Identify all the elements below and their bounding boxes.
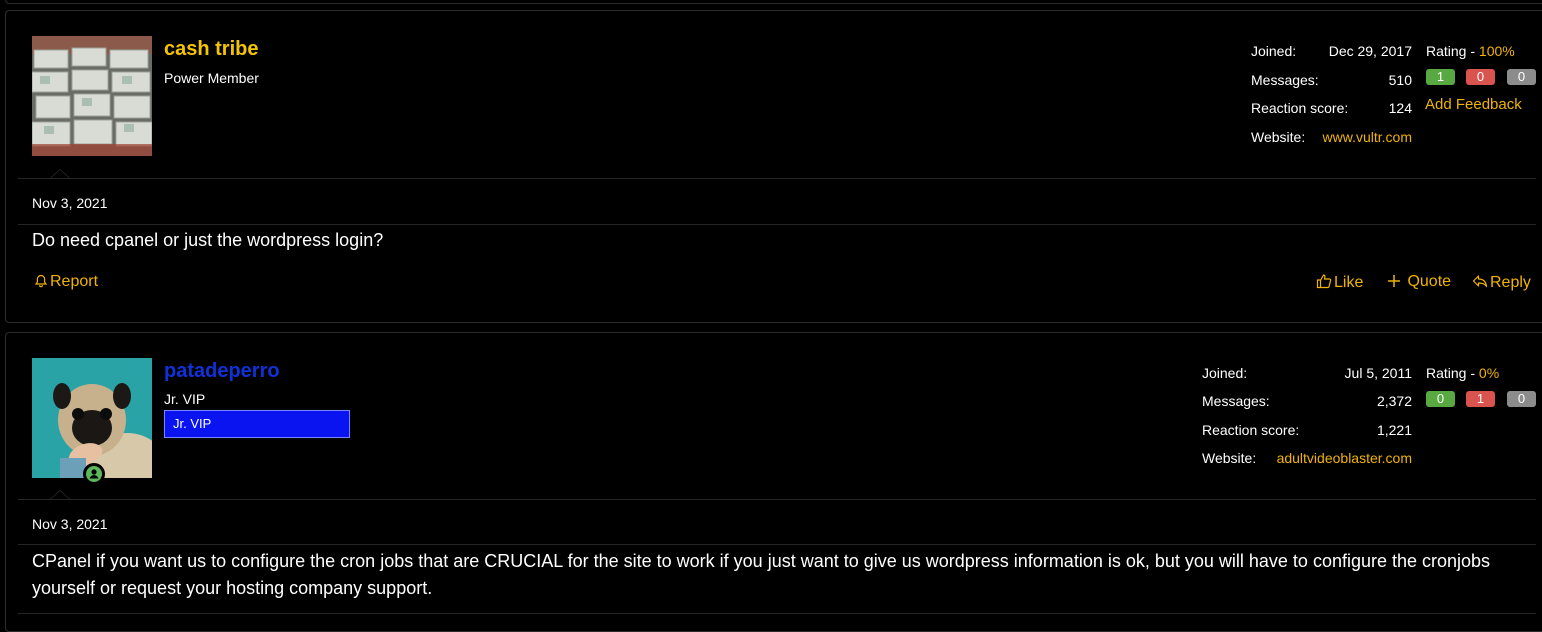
- neutral-count: 0: [1507, 391, 1536, 407]
- divider: [18, 224, 1536, 225]
- website-link[interactable]: adultvideoblaster.com: [1277, 450, 1412, 466]
- like-button[interactable]: Like: [1316, 273, 1363, 292]
- thumbs-up-icon: [1316, 274, 1332, 289]
- plus-icon: [1388, 275, 1400, 287]
- post-cash-tribe: cash tribe Power Member Joined: Dec 29, …: [5, 10, 1542, 323]
- report-label: Report: [50, 273, 99, 290]
- website-label: Website:: [1251, 129, 1306, 145]
- user-banner: Jr. VIP: [164, 410, 350, 438]
- bell-icon: [34, 274, 48, 288]
- reaction-score-value: 1,221: [1376, 422, 1412, 438]
- post-body: Do need cpanel or just the wordpress log…: [32, 230, 384, 250]
- previous-post-edge: [5, 0, 1542, 4]
- divider: [18, 178, 1536, 179]
- rating-value: 0%: [1478, 365, 1500, 381]
- messages-label: Messages:: [1251, 72, 1319, 88]
- rating-label: Rating -: [1426, 365, 1479, 381]
- add-feedback-link[interactable]: Add Feedback: [1425, 96, 1522, 113]
- reply-label: Reply: [1490, 274, 1531, 291]
- reaction-score-value: 124: [1388, 100, 1412, 116]
- reply-arrow-icon: [1472, 275, 1488, 288]
- username[interactable]: patadeperro: [164, 360, 280, 383]
- divider: [18, 499, 1536, 500]
- report-button[interactable]: Report: [34, 273, 98, 291]
- avatar-pointer: [50, 490, 70, 499]
- website-label: Website:: [1202, 450, 1257, 466]
- rating: Rating - 100%: [1426, 43, 1515, 59]
- avatar-pointer: [50, 169, 70, 178]
- post-body: CPanel if you want us to configure the c…: [32, 551, 1491, 598]
- website-link[interactable]: www.vultr.com: [1323, 129, 1412, 145]
- divider: [18, 613, 1536, 614]
- online-status-icon: [83, 463, 105, 485]
- post-patadeperro: patadeperro Jr. VIP Jr. VIP Joined: Jul …: [5, 332, 1542, 632]
- like-label: Like: [1334, 274, 1364, 291]
- joined-value: Dec 29, 2017: [1328, 43, 1412, 59]
- negative-count: 0: [1466, 69, 1495, 85]
- reaction-score-label: Reaction score:: [1251, 100, 1349, 116]
- joined-value: Jul 5, 2011: [1344, 365, 1412, 381]
- messages-value: 2,372: [1376, 393, 1412, 409]
- avatar[interactable]: [32, 358, 152, 478]
- post-date[interactable]: Nov 3, 2021: [32, 516, 108, 532]
- avatar[interactable]: [32, 36, 152, 156]
- post-date[interactable]: Nov 3, 2021: [32, 195, 108, 211]
- positive-count: 0: [1426, 391, 1455, 407]
- negative-count: 1: [1466, 391, 1495, 407]
- joined-label: Joined:: [1251, 43, 1297, 59]
- username[interactable]: cash tribe: [164, 38, 258, 61]
- joined-label: Joined:: [1202, 365, 1248, 381]
- user-title: Jr. VIP: [164, 391, 206, 407]
- reply-button[interactable]: Reply: [1472, 273, 1531, 292]
- quote-label: Quote: [1407, 273, 1452, 290]
- rating-label: Rating -: [1426, 43, 1479, 59]
- neutral-count: 0: [1507, 69, 1536, 85]
- messages-label: Messages:: [1202, 393, 1270, 409]
- quote-button[interactable]: Quote: [1387, 273, 1451, 291]
- rating-value: 100%: [1478, 43, 1515, 59]
- messages-value: 510: [1388, 72, 1412, 88]
- user-title: Power Member: [164, 70, 259, 86]
- positive-count: 1: [1426, 69, 1455, 85]
- reaction-score-label: Reaction score:: [1202, 422, 1300, 438]
- divider: [18, 544, 1536, 545]
- rating: Rating - 0%: [1426, 365, 1499, 381]
